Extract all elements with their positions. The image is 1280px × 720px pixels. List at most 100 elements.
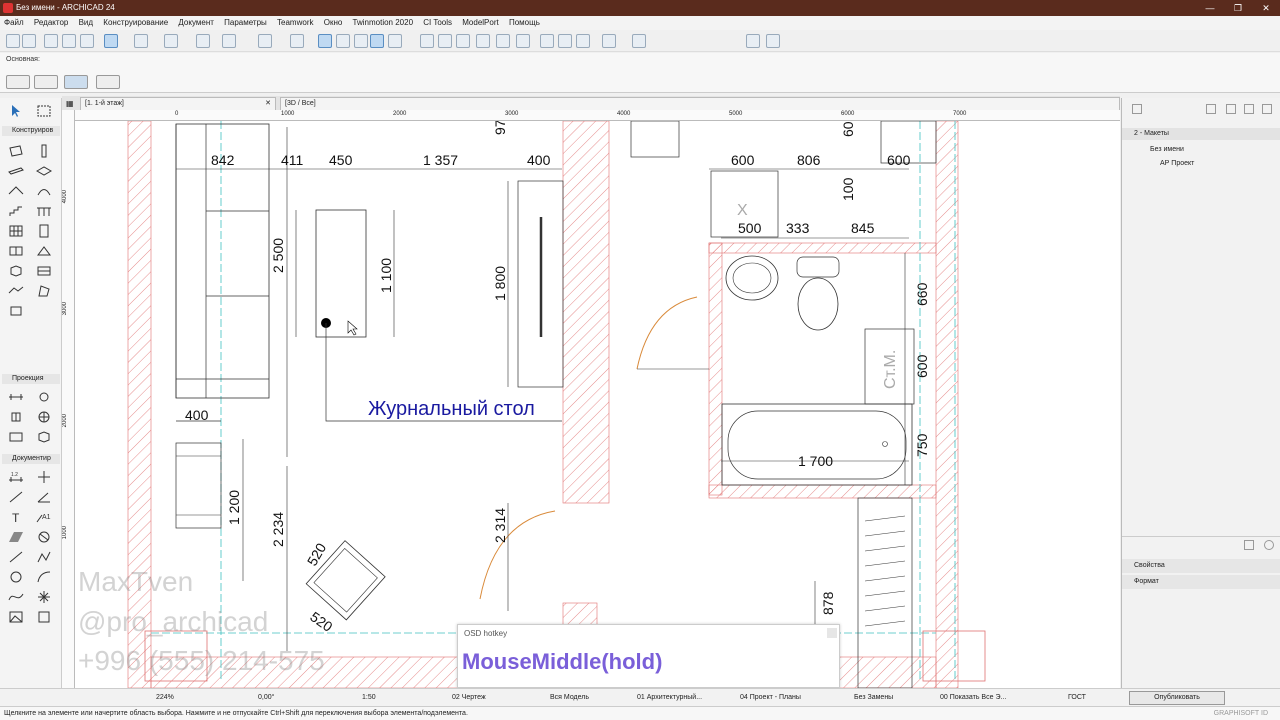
dim-text[interactable]: 400 <box>527 152 551 168</box>
tree-child-item[interactable]: АР Проект <box>1122 158 1280 170</box>
mvo-value[interactable]: 04 Проект - Планы <box>740 694 801 701</box>
interior-elevation-tool-icon[interactable] <box>8 410 24 424</box>
menu-edit[interactable]: Редактор <box>30 16 72 27</box>
dim-text[interactable]: 600 <box>731 152 755 168</box>
menu-teamwork[interactable]: Teamwork <box>273 16 317 27</box>
dim-text[interactable]: 1 200 <box>226 490 242 525</box>
properties-section[interactable]: Свойства <box>1122 559 1280 573</box>
snap-guides-icon[interactable] <box>104 34 118 48</box>
mirror-icon[interactable] <box>558 34 572 48</box>
publisher-sets-icon[interactable] <box>1244 104 1254 114</box>
stretch-icon[interactable] <box>540 34 554 48</box>
lock-icon[interactable] <box>290 34 304 48</box>
graphisoft-id-label[interactable]: GRAPHISOFT ID <box>1214 710 1268 717</box>
figure-tool-icon[interactable] <box>36 530 52 544</box>
intersect-icon[interactable] <box>516 34 530 48</box>
polyline-tool-icon[interactable] <box>36 550 52 564</box>
pen-set-value[interactable]: 01 Архитектурный... <box>637 694 702 701</box>
dim-text[interactable]: 2 234 <box>270 512 286 547</box>
small-cabinet[interactable] <box>630 121 680 158</box>
column-tool-icon[interactable] <box>36 144 52 158</box>
roof-tool-icon[interactable] <box>8 184 24 198</box>
osd-close-icon[interactable] <box>827 628 837 638</box>
dim-text[interactable]: 2 500 <box>270 238 286 273</box>
rotate-icon[interactable] <box>576 34 590 48</box>
coffee-table[interactable] <box>315 209 367 338</box>
layer-icon[interactable] <box>164 34 178 48</box>
layout-book-icon[interactable] <box>1226 104 1236 114</box>
wall-bathroom-top[interactable] <box>708 242 937 254</box>
section-document[interactable]: Документир <box>2 454 60 464</box>
tab-list-icon[interactable]: ▦ <box>66 99 74 108</box>
hotspot-tool-icon[interactable] <box>36 590 52 604</box>
renovation-value[interactable]: Без Замены <box>854 694 893 701</box>
pick-icon[interactable] <box>62 34 76 48</box>
wall-tool-icon[interactable] <box>8 144 24 158</box>
section-design[interactable]: Конструиров <box>2 126 60 136</box>
angle-value[interactable]: 0,00° <box>258 694 274 701</box>
figure-image-tool-icon[interactable] <box>8 610 24 624</box>
dim-text[interactable]: 750 <box>914 433 930 457</box>
dim-text[interactable]: 100 <box>840 177 856 201</box>
dim-text[interactable]: 878 <box>820 591 836 615</box>
shell-tool-icon[interactable] <box>36 184 52 198</box>
dim-text[interactable]: 845 <box>851 220 875 236</box>
tab-3d[interactable]: [3D / Все] <box>280 97 1120 110</box>
magic-wand-icon[interactable] <box>370 34 384 48</box>
object-tool-icon[interactable] <box>8 264 24 278</box>
close-button[interactable]: ✕ <box>1252 0 1280 16</box>
door-tool-icon[interactable] <box>36 224 52 238</box>
dim-text[interactable]: 400 <box>185 407 209 423</box>
wall-right[interactable] <box>935 121 959 688</box>
marquee-icon[interactable] <box>336 34 350 48</box>
elevation-tool-icon[interactable] <box>36 390 52 404</box>
wall-left[interactable] <box>127 121 152 688</box>
publish-button[interactable]: Опубликовать <box>1129 691 1225 705</box>
tab-floor-plan[interactable]: [1. 1-й этаж] ✕ <box>80 97 276 110</box>
eye-icon[interactable] <box>388 34 402 48</box>
drawing-tool-icon[interactable] <box>36 610 52 624</box>
sink[interactable] <box>725 255 779 301</box>
teamwork-icon[interactable] <box>746 34 760 48</box>
quick-selection-button[interactable] <box>64 75 88 89</box>
restore-button[interactable]: ❐ <box>1224 0 1252 16</box>
3d-view-icon[interactable] <box>602 34 616 48</box>
view-icon[interactable] <box>258 34 272 48</box>
grid-icon[interactable] <box>196 34 210 48</box>
detail-tool-icon[interactable] <box>8 430 24 444</box>
undo-icon[interactable] <box>6 34 20 48</box>
mesh-tool-icon[interactable] <box>8 284 24 298</box>
layout-icon[interactable] <box>632 34 646 48</box>
line-tool-icon[interactable] <box>8 550 24 564</box>
split-icon[interactable] <box>438 34 452 48</box>
dim-text[interactable]: 1 700 <box>798 453 833 469</box>
dim-text[interactable]: 1 800 <box>492 266 508 301</box>
menu-window[interactable]: Окно <box>320 16 347 27</box>
project-map-icon[interactable] <box>1132 104 1142 114</box>
marquee-tool-icon[interactable] <box>36 104 52 118</box>
eyedropper-icon[interactable] <box>80 34 94 48</box>
zoom-icon[interactable] <box>44 34 58 48</box>
morph-tool-icon[interactable] <box>36 284 52 298</box>
dim-text[interactable]: 60 <box>840 121 856 137</box>
redo-icon[interactable] <box>22 34 36 48</box>
scissors-icon[interactable] <box>420 34 434 48</box>
minimize-button[interactable]: — <box>1196 0 1224 16</box>
dim-text[interactable]: 806 <box>797 152 821 168</box>
window-tool-icon[interactable] <box>8 244 24 258</box>
beam-tool-icon[interactable] <box>8 164 24 178</box>
dim-text[interactable]: 97 <box>492 121 508 135</box>
panel-options-icon[interactable] <box>1244 540 1254 550</box>
circle-tool-icon[interactable] <box>8 570 24 584</box>
text-tool-icon[interactable]: T <box>8 510 24 525</box>
scale-value[interactable]: 1:50 <box>362 694 376 701</box>
skylight-tool-icon[interactable] <box>36 244 52 258</box>
zone-tool-icon[interactable] <box>36 264 52 278</box>
model-view-value[interactable]: Вся Модель <box>550 694 589 701</box>
wall-center[interactable] <box>562 121 610 504</box>
fillet-icon[interactable] <box>476 34 490 48</box>
menu-ci-tools[interactable]: CI Tools <box>419 16 456 27</box>
panel-close-icon[interactable] <box>1264 540 1274 550</box>
railing-tool-icon[interactable] <box>36 204 52 218</box>
dim-text[interactable]: 500 <box>738 220 762 236</box>
